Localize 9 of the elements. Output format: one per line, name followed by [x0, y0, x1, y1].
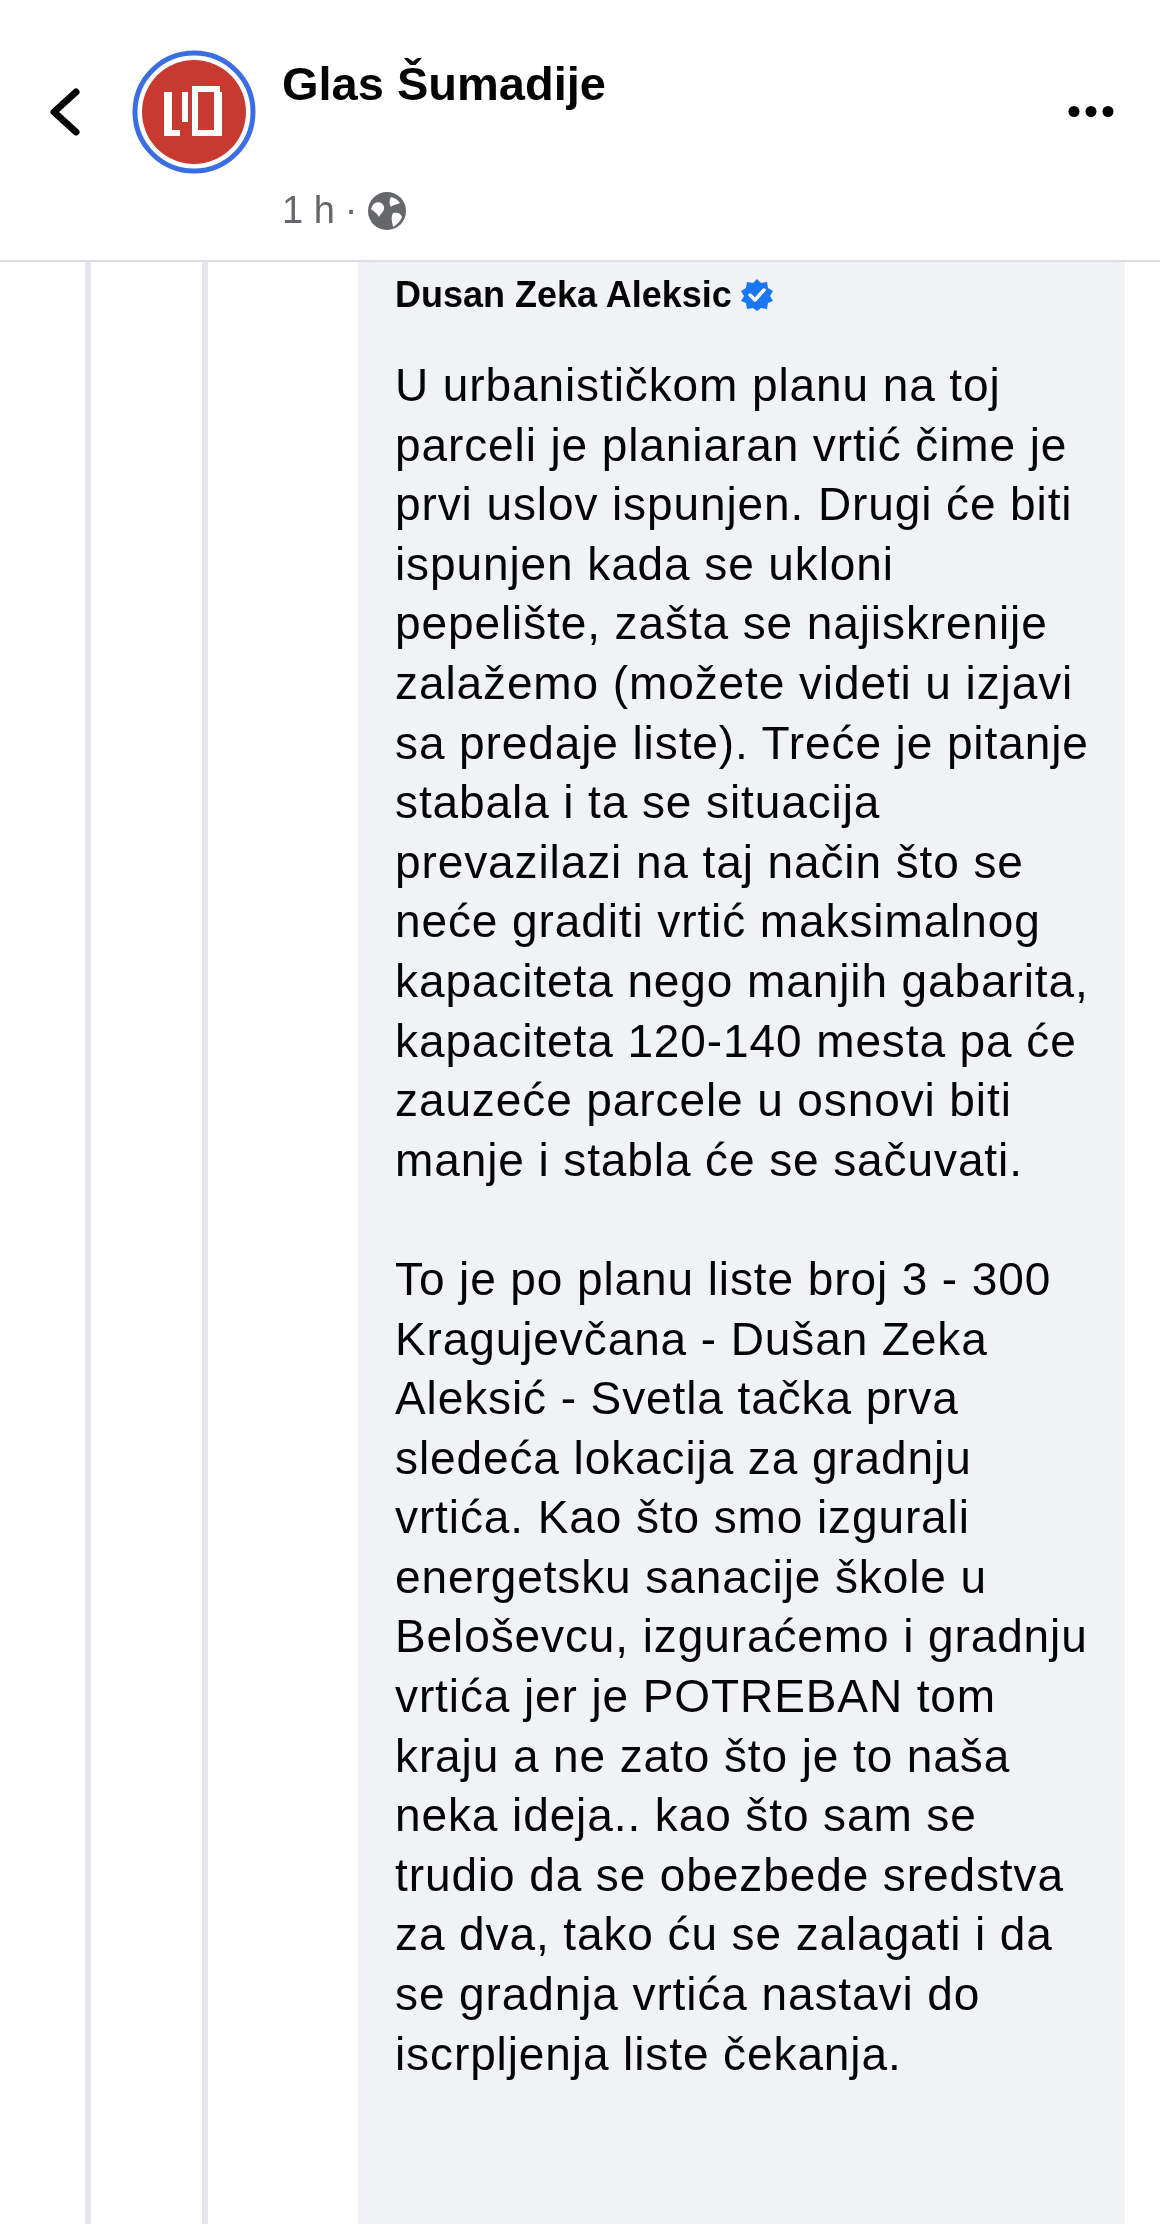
comment-text: To je po planu liste broj 3 - 300 Kragujevčana - Dušan Zeka Aleksić - Svetla tačka prva sledeća lokacija za gradnju vrtića. Kao što smo izgurali energetsku sanacije škole u Beloševcu, izguraćemo i gradnju vrtića jer je POTREBAN tom kraju a ne zato što je to naša neka ideja.. kao što sam se trudio da se obezbede sredstva za dva, tako ću se zalagati i da se gradnja vrtića nastavi do iscrpljenja liste čekanja. — [395, 1251, 1089, 2082]
comment-author[interactable]: Dusan Zeka Aleksic — [395, 270, 732, 320]
page-name[interactable]: Glas Šumadije — [282, 56, 606, 111]
separator-dot: · — [344, 189, 358, 232]
comment-text: U urbanističkom planu na toj parceli je planiaran vrtić čime je prvi uslov ispunjen. Drugi će biti ispunjen kada se ukloni pepelište, zašta se najiskrenije zalažemo (možete videti u izjavi sa predaje liste). Treće je pitanje stabala i ta se situacija prevazilazi na taj način što se neće graditi vrtić maksimalnog kapaciteta nego manjih gabarita, kapaciteta 120-140 mesta pa će zauzeće parcele u osnovi biti manje i stabla će se sačuvati. — [395, 358, 1090, 1188]
more-options-button[interactable] — [1068, 106, 1114, 117]
post-time: 1 h — [282, 189, 335, 232]
page-avatar-icon[interactable] — [132, 50, 256, 174]
globe-icon — [367, 190, 408, 231]
